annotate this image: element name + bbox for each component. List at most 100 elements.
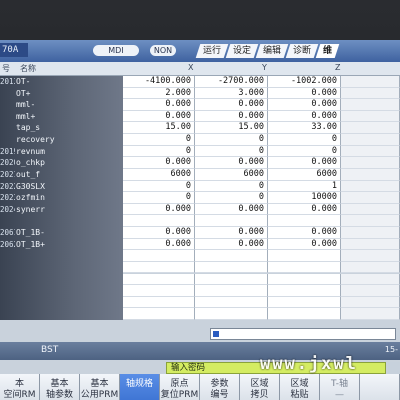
value-x[interactable]: 0.000 xyxy=(123,110,195,123)
tab-setup[interactable]: 设定 xyxy=(225,44,259,58)
value-y[interactable]: 0 xyxy=(195,145,268,158)
value-z[interactable]: 0.000 xyxy=(268,238,341,251)
value-y[interactable]: 0.000 xyxy=(195,99,268,111)
softkey-param-number[interactable]: 参数 编号 xyxy=(200,374,240,400)
table-row[interactable]: 2023ozfmin0010000 xyxy=(0,192,400,204)
softkey-bar: 本 空间RM 基本 轴参数 基本 公用PRM 轴规格 原点 复位PRM 参数 编… xyxy=(0,374,400,400)
value-z[interactable]: 33.00 xyxy=(268,122,341,135)
softkey-origin-return-prm[interactable]: 原点 复位PRM xyxy=(160,374,200,400)
value-x[interactable]: 0 xyxy=(123,180,195,193)
value-z[interactable]: -1002.000 xyxy=(268,76,341,88)
value-z[interactable]: 0.000 xyxy=(268,87,341,100)
param-name: OT+ xyxy=(16,88,31,98)
param-name: revnum xyxy=(16,146,45,156)
value-z[interactable]: 10000 xyxy=(268,192,341,204)
empty-cell xyxy=(268,261,341,274)
value-z[interactable]: 0.000 xyxy=(268,203,341,216)
value-x[interactable]: 0.000 xyxy=(123,203,195,216)
table-row[interactable] xyxy=(0,215,400,228)
empty-cell xyxy=(341,273,400,286)
value-extra xyxy=(341,168,400,181)
param-name: synerr xyxy=(16,204,45,214)
value-z[interactable]: 0.000 xyxy=(268,110,341,123)
table-row[interactable]: 2022G30SLX001 xyxy=(0,180,400,193)
value-x[interactable] xyxy=(123,215,195,228)
col-header-y: Y xyxy=(262,63,267,72)
softkey-axis-spec[interactable]: 轴规格 xyxy=(120,374,160,400)
table-row[interactable]: mml+ 0.000 0.000 0.000 xyxy=(0,110,400,123)
table-row[interactable]: 2024synerr0.0000.0000.000 xyxy=(0,203,400,216)
value-z[interactable] xyxy=(268,215,341,228)
table-row[interactable]: recovery 0 0 0 xyxy=(0,134,400,146)
value-extra xyxy=(341,157,400,169)
param-number: 2019 xyxy=(0,146,15,156)
value-x[interactable]: -4100.000 xyxy=(123,76,195,88)
value-z[interactable]: 0.000 xyxy=(268,227,341,239)
table-row[interactable]: 2020o_chkp0.0000.0000.000 xyxy=(0,157,400,169)
softkey-t-axis[interactable]: T-轴 — xyxy=(320,374,360,400)
value-x[interactable]: 15.00 xyxy=(123,122,195,135)
value-y[interactable]: 0.000 xyxy=(195,110,268,123)
value-y[interactable]: 0.000 xyxy=(195,157,268,169)
param-number xyxy=(0,99,15,111)
value-y[interactable]: 0.000 xyxy=(195,203,268,216)
value-y[interactable]: 6000 xyxy=(195,168,268,181)
value-x[interactable]: 0 xyxy=(123,145,195,158)
table-row[interactable]: 2021out_f600060006000 xyxy=(0,168,400,181)
cnc-screen: 70A MDI NON 运行 设定 编辑 诊断 维 号 名称 X Y Z 201… xyxy=(0,40,400,400)
table-row[interactable]: 2061OT_1B-0.0000.0000.000 xyxy=(0,227,400,239)
value-y[interactable]: 0 xyxy=(195,134,268,146)
value-z[interactable]: 0 xyxy=(268,145,341,158)
softkey-area-paste[interactable]: 区域 粘贴 xyxy=(280,374,320,400)
empty-cell xyxy=(341,285,400,297)
value-z[interactable]: 6000 xyxy=(268,168,341,181)
value-z[interactable]: 0.000 xyxy=(268,99,341,111)
table-row[interactable]: 2013OT- -4100.000-2700.000-1002.000 xyxy=(0,76,400,88)
tab-edit[interactable]: 编辑 xyxy=(255,44,289,58)
scroll-indicator[interactable] xyxy=(210,328,396,340)
value-y[interactable]: 0 xyxy=(195,180,268,193)
value-y[interactable]: -2700.000 xyxy=(195,76,268,88)
value-extra xyxy=(341,134,400,146)
value-x[interactable]: 0 xyxy=(123,192,195,204)
value-z[interactable]: 0 xyxy=(268,134,341,146)
tab-diagnosis[interactable]: 诊断 xyxy=(285,44,319,58)
tab-run[interactable]: 运行 xyxy=(195,44,229,58)
softkey-1[interactable]: 本 空间RM xyxy=(0,374,40,400)
softkey-10[interactable] xyxy=(360,374,400,400)
value-z[interactable]: 0.000 xyxy=(268,157,341,169)
softkey-basic-common-prm[interactable]: 基本 公用PRM xyxy=(80,374,120,400)
value-y[interactable]: 0.000 xyxy=(195,238,268,251)
table-header: 号 名称 X Y Z xyxy=(0,62,400,76)
softkey-area-copy[interactable]: 区域 拷贝 xyxy=(240,374,280,400)
table-row[interactable]: mml- 0.000 0.000 0.000 xyxy=(0,99,400,111)
empty-row xyxy=(0,285,400,297)
value-x[interactable]: 0 xyxy=(123,134,195,146)
param-number: 2022 xyxy=(0,181,15,191)
value-extra xyxy=(341,203,400,216)
value-y[interactable]: 3.000 xyxy=(195,87,268,100)
value-x[interactable]: 0.000 xyxy=(123,99,195,111)
table-row[interactable]: tap_s 15.00 15.00 33.00 xyxy=(0,122,400,135)
value-x[interactable]: 0.000 xyxy=(123,157,195,169)
value-y[interactable]: 15.00 xyxy=(195,122,268,135)
value-x[interactable]: 0.000 xyxy=(123,227,195,239)
value-y[interactable] xyxy=(195,215,268,228)
value-x[interactable]: 2.000 xyxy=(123,87,195,100)
tab-maintenance[interactable]: 维 xyxy=(315,44,340,58)
empty-cell xyxy=(195,261,268,274)
value-x[interactable]: 0.000 xyxy=(123,238,195,251)
value-y[interactable]: 0.000 xyxy=(195,227,268,239)
table-row[interactable]: 2019revnum000 xyxy=(0,145,400,158)
softkey-basic-axis-param[interactable]: 基本 轴参数 xyxy=(40,374,80,400)
empty-cell xyxy=(341,296,400,309)
table-row[interactable]: OT+ 2.000 3.000 0.000 xyxy=(0,87,400,100)
value-x[interactable]: 6000 xyxy=(123,168,195,181)
parameter-table: 2013OT- -4100.000-2700.000-1002.000 OT+ 2.0… xyxy=(0,76,400,320)
empty-cell xyxy=(268,285,341,297)
value-y[interactable]: 0 xyxy=(195,192,268,204)
scroll-thumb[interactable] xyxy=(213,331,219,337)
empty-row xyxy=(0,261,400,274)
value-z[interactable]: 1 xyxy=(268,180,341,193)
table-row[interactable]: 2062OT_1B+0.0000.0000.000 xyxy=(0,238,400,251)
